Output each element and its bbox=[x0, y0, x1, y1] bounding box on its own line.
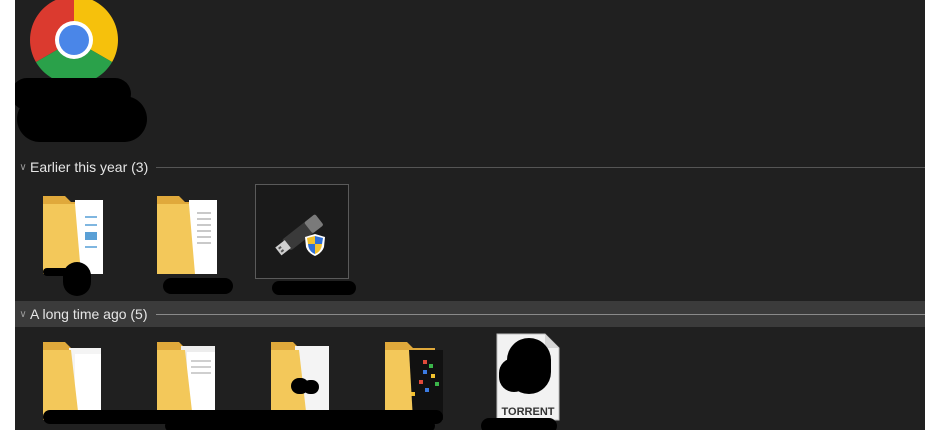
group-label: Earlier this year (3) bbox=[30, 159, 149, 175]
file-explorer-content: ∨ Earlier this year (3) ∨ A long time ag… bbox=[15, 0, 925, 430]
redacted-filename bbox=[43, 268, 85, 276]
file-item-chrome[interactable] bbox=[15, 0, 147, 142]
redacted-filename bbox=[163, 278, 233, 294]
group-divider bbox=[155, 313, 925, 315]
usb-drive-icon bbox=[275, 214, 323, 256]
redacted-filename bbox=[165, 420, 435, 430]
chevron-down-icon: ∨ bbox=[19, 161, 27, 173]
redacted-filename bbox=[272, 281, 356, 295]
usb-drive-item[interactable] bbox=[255, 184, 356, 295]
redacted-filename bbox=[17, 96, 147, 142]
folder-icon bbox=[157, 196, 217, 274]
torrent-file-type-label: TORRENT bbox=[501, 406, 555, 418]
redacted-thumbnail bbox=[303, 380, 319, 394]
folder-item[interactable] bbox=[151, 188, 245, 294]
torrent-file-item[interactable]: TORRENT bbox=[489, 332, 583, 426]
group-header-earlier-this-year[interactable]: ∨ Earlier this year (3) bbox=[15, 154, 925, 180]
group-divider bbox=[156, 166, 925, 168]
redacted-thumbnail bbox=[499, 358, 529, 392]
uac-shield-icon bbox=[305, 234, 325, 256]
group-label: A long time ago (5) bbox=[30, 306, 148, 322]
chevron-down-icon: ∨ bbox=[19, 308, 27, 320]
folder-item[interactable] bbox=[37, 188, 131, 296]
redacted-filename bbox=[481, 418, 557, 430]
group-header-a-long-time-ago[interactable]: ∨ A long time ago (5) bbox=[15, 301, 925, 327]
chrome-icon bbox=[30, 0, 118, 84]
